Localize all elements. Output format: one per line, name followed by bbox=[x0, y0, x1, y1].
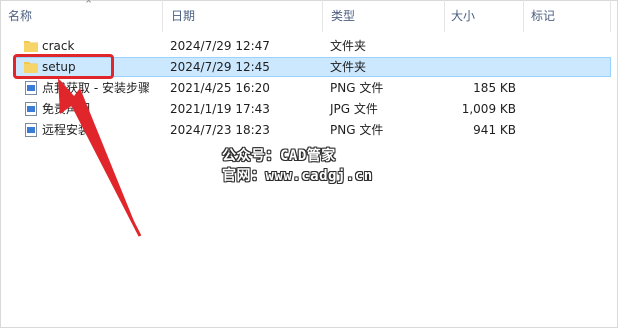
watermark-line-1: 公众号：CAD管家 bbox=[222, 148, 336, 164]
watermark-line-2: 官网：www.cadgj.cn bbox=[222, 168, 373, 184]
